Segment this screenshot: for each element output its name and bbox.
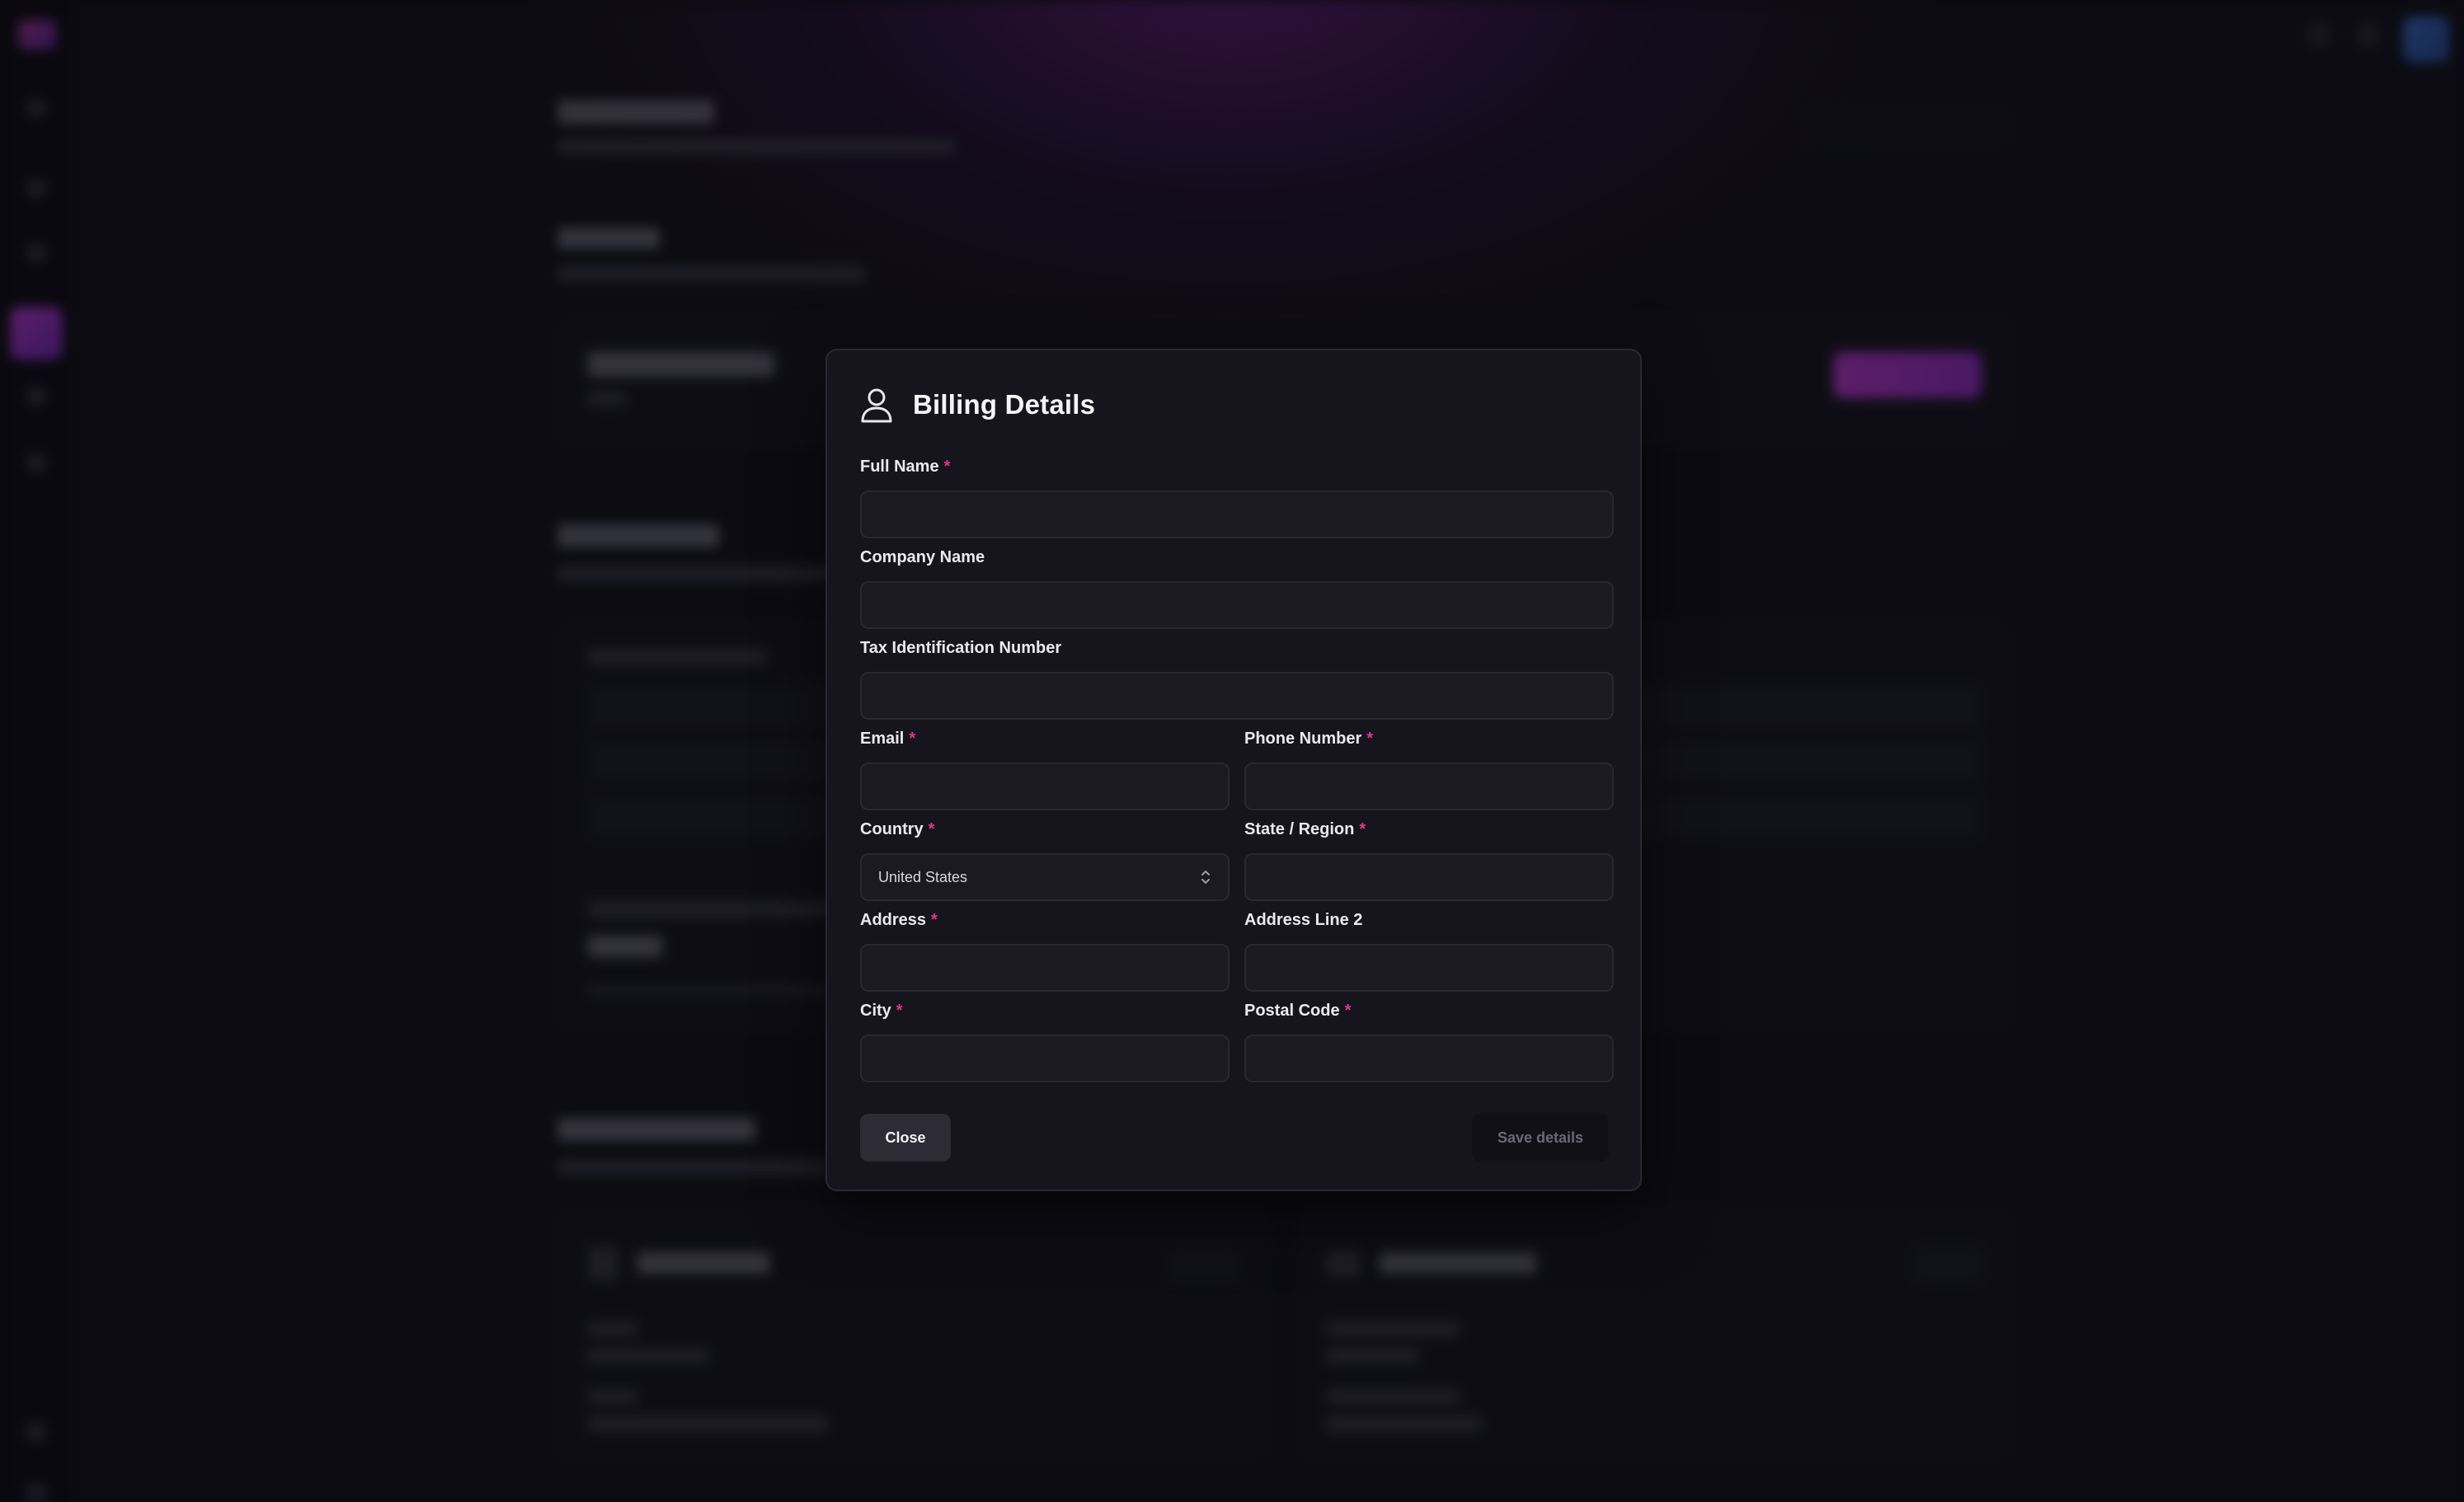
- country-label: Country *: [860, 820, 935, 838]
- state-label: State / Region *: [1244, 820, 1366, 838]
- email-label: Email *: [860, 730, 916, 748]
- postal-code-input[interactable]: [1244, 1035, 1614, 1082]
- postal-code-label: Postal Code *: [1244, 1002, 1352, 1020]
- company-name-input[interactable]: [860, 581, 1614, 629]
- chevron-up-down-icon: [1201, 871, 1210, 884]
- tax-id-field-group: Tax Identification Number: [860, 637, 1614, 720]
- required-marker: *: [1344, 1002, 1352, 1020]
- close-button[interactable]: Close: [860, 1114, 951, 1162]
- tax-id-label: Tax Identification Number: [860, 639, 1062, 657]
- full-name-label: Full Name *: [860, 458, 951, 476]
- company-name-label: Company Name: [860, 548, 985, 566]
- required-marker: *: [896, 1002, 903, 1020]
- company-name-field-group: Company Name: [860, 547, 1614, 629]
- address-input[interactable]: [860, 944, 1230, 992]
- country-field-group: Country * United States: [860, 819, 1230, 901]
- required-marker: *: [943, 458, 951, 476]
- billing-details-dialog: Billing Details Full Name * Company Name …: [825, 349, 1642, 1191]
- email-input[interactable]: [860, 763, 1230, 810]
- phone-field-group: Phone Number *: [1244, 728, 1614, 810]
- phone-label: Phone Number *: [1244, 730, 1374, 748]
- user-icon: [861, 388, 892, 423]
- email-field-group: Email *: [860, 728, 1230, 810]
- required-marker: *: [1359, 820, 1366, 838]
- address-field-group: Address *: [860, 909, 1230, 992]
- postal-code-field-group: Postal Code *: [1244, 1000, 1614, 1082]
- required-marker: *: [909, 730, 916, 748]
- address-label: Address *: [860, 911, 938, 929]
- full-name-field-group: Full Name *: [860, 456, 1614, 538]
- state-field-group: State / Region *: [1244, 819, 1614, 901]
- country-select-value: United States: [878, 868, 968, 885]
- city-field-group: City *: [860, 1000, 1230, 1082]
- required-marker: *: [928, 820, 935, 838]
- address-line-2-input[interactable]: [1244, 944, 1614, 992]
- dialog-title: Billing Details: [913, 389, 1096, 420]
- country-select[interactable]: United States: [860, 853, 1230, 901]
- city-input[interactable]: [860, 1035, 1230, 1082]
- phone-input[interactable]: [1244, 763, 1614, 810]
- save-details-button[interactable]: Save details: [1472, 1114, 1609, 1162]
- full-name-input[interactable]: [860, 490, 1614, 538]
- address-line-2-field-group: Address Line 2: [1244, 909, 1614, 992]
- required-marker: *: [1366, 730, 1374, 748]
- app-screen: Billing Details Full Name * Company Name …: [0, 0, 2464, 1502]
- required-marker: *: [931, 911, 938, 929]
- address-line-2-label: Address Line 2: [1244, 911, 1363, 929]
- city-label: City *: [860, 1002, 903, 1020]
- tax-id-input[interactable]: [860, 672, 1614, 720]
- dialog-header: Billing Details: [860, 387, 1095, 423]
- state-input[interactable]: [1244, 853, 1614, 901]
